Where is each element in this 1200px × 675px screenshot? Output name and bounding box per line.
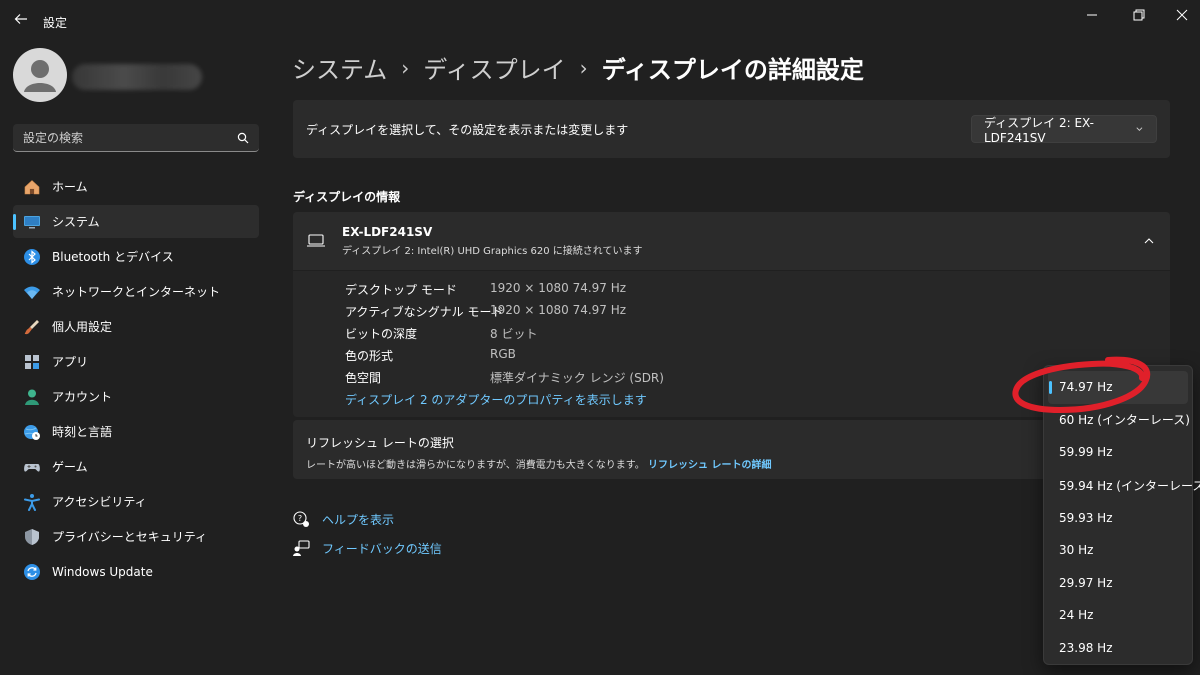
feedback-icon (293, 540, 310, 556)
update-icon (23, 563, 41, 581)
display-select-label: ディスプレイを選択して、その設定を表示または変更します (306, 122, 629, 137)
sidebar-item-label: ホーム (52, 180, 88, 194)
sidebar-item-bluetooth[interactable]: Bluetooth とデバイス (13, 240, 259, 273)
display-dropdown[interactable]: ディスプレイ 2: EX-LDF241SV (971, 115, 1157, 145)
username-redacted (72, 64, 202, 90)
display-select-card: ディスプレイを選択して、その設定を表示または変更します ディスプレイ 2: EX… (293, 100, 1170, 158)
sidebar-item-label: Bluetooth とデバイス (52, 250, 174, 264)
refresh-rate-description-text: レートが高いほど動きは滑らかになりますが、消費電力も大きくなります。 (306, 460, 645, 471)
search-icon[interactable] (237, 132, 249, 144)
info-label-color-space: 色空間 (345, 371, 382, 385)
brush-icon (23, 318, 41, 336)
help-link-label: ヘルプを表示 (322, 512, 395, 527)
sidebar-item-label: 時刻と言語 (52, 425, 113, 439)
refresh-rate-title: リフレッシュ レートの選択 (306, 436, 454, 450)
accessibility-icon (23, 493, 41, 511)
sidebar-item-time-language[interactable]: 時刻と言語 (13, 415, 259, 448)
refresh-option[interactable]: 29.97 Hz (1048, 567, 1188, 600)
globe-clock-icon (23, 423, 41, 441)
display-info-header[interactable]: EX-LDF241SV ディスプレイ 2: Intel(R) UHD Graph… (293, 212, 1170, 270)
sidebar-item-windows-update[interactable]: Windows Update (13, 555, 259, 588)
display-dropdown-value: ディスプレイ 2: EX-LDF241SV (984, 115, 1095, 145)
info-value-signal-mode: 1920 × 1080 74.97 Hz (490, 303, 627, 317)
sidebar-item-network[interactable]: ネットワークとインターネット (13, 275, 259, 308)
info-label-signal-mode: アクティブなシグナル モード (345, 305, 504, 319)
refresh-option[interactable]: 59.93 Hz (1048, 501, 1188, 534)
window-title: 設定 (43, 16, 68, 30)
display-connection: ディスプレイ 2: Intel(R) UHD Graphics 620 に接続さ… (342, 246, 643, 257)
refresh-option[interactable]: 59.94 Hz (インターレース) (1048, 469, 1200, 502)
shield-icon (23, 528, 41, 546)
sidebar-item-system[interactable]: システム (13, 205, 259, 238)
sidebar-item-personalization[interactable]: 個人用設定 (13, 310, 259, 343)
breadcrumb-display[interactable]: ディスプレイ (423, 50, 565, 85)
breadcrumb-separator-icon: › (579, 55, 588, 80)
sidebar-item-label: アカウント (52, 390, 113, 404)
display-name: EX-LDF241SV (342, 225, 433, 239)
refresh-option[interactable]: 59.99 Hz (1048, 436, 1188, 469)
adapter-properties-link[interactable]: ディスプレイ 2 のアダプターのプロパティを表示します (345, 391, 647, 408)
svg-text:?: ? (298, 514, 302, 523)
refresh-rate-description: レートが高いほど動きは滑らかになりますが、消費電力も大きくなります。 リフレッシ… (306, 456, 1157, 471)
info-value-color-format: RGB (490, 347, 516, 361)
breadcrumb: システム › ディスプレイ › ディスプレイの詳細設定 (292, 50, 864, 85)
breadcrumb-system[interactable]: システム (292, 50, 387, 85)
sidebar-item-accessibility[interactable]: アクセシビリティ (13, 485, 259, 518)
page-title: ディスプレイの詳細設定 (601, 56, 864, 84)
breadcrumb-separator-icon: › (401, 55, 410, 80)
chevron-down-icon (1136, 127, 1143, 131)
system-icon (23, 213, 41, 231)
sidebar-item-home[interactable]: ホーム (13, 170, 259, 203)
help-chat-icon: ? (293, 511, 309, 527)
info-label-bit-depth: ビットの深度 (345, 327, 418, 341)
restore-icon[interactable] (1128, 6, 1148, 24)
search-input[interactable] (23, 130, 237, 145)
sidebar-item-privacy[interactable]: プライバシーとセキュリティ (13, 520, 259, 553)
bluetooth-icon (23, 248, 41, 266)
apps-icon (23, 353, 41, 371)
info-value-desktop-mode: 1920 × 1080 74.97 Hz (490, 281, 627, 295)
refresh-option[interactable]: 60 Hz (インターレース) (1048, 404, 1190, 437)
refresh-option[interactable]: 23.98 Hz (1048, 632, 1188, 665)
sidebar-nav: ホーム システム Bluetooth とデバイス ネットワークとインターネット … (13, 170, 259, 590)
sidebar-item-label: アプリ (52, 355, 89, 369)
avatar[interactable] (13, 48, 67, 102)
info-label-desktop-mode: デスクトップ モード (345, 283, 457, 297)
sidebar-item-label: ゲーム (52, 460, 88, 474)
refresh-option[interactable]: 24 Hz (1048, 599, 1188, 632)
home-icon (23, 178, 41, 196)
refresh-rate-learn-more-link[interactable]: リフレッシュ レートの詳細 (648, 460, 771, 471)
laptop-icon (307, 234, 325, 247)
sidebar-item-accounts[interactable]: アカウント (13, 380, 259, 413)
info-value-bit-depth: 8 ビット (490, 327, 538, 341)
gamepad-icon (23, 458, 41, 476)
settings-search[interactable] (13, 124, 259, 152)
sidebar-item-apps[interactable]: アプリ (13, 345, 259, 378)
info-value-color-space: 標準ダイナミック レンジ (SDR) (490, 371, 664, 385)
feedback-link[interactable]: フィードバックの送信 (292, 539, 442, 557)
user-silhouette-icon (24, 60, 56, 92)
close-icon[interactable] (1172, 6, 1192, 24)
sidebar-item-label: ネットワークとインターネット (52, 285, 221, 299)
info-label-color-format: 色の形式 (345, 349, 394, 363)
help-link[interactable]: ? ヘルプを表示 (292, 510, 394, 528)
account-icon (23, 388, 41, 406)
sidebar-item-label: アクセシビリティ (52, 495, 147, 509)
display-info-details: デスクトップ モード 1920 × 1080 74.97 Hz アクティブなシグ… (293, 271, 1170, 417)
display-info-heading: ディスプレイの情報 (293, 190, 401, 204)
sidebar-item-label: プライバシーとセキュリティ (52, 530, 208, 544)
refresh-rate-card: リフレッシュ レートの選択 レートが高いほど動きは滑らかになりますが、消費電力も… (293, 420, 1170, 479)
sidebar-item-gaming[interactable]: ゲーム (13, 450, 259, 483)
sidebar-item-label: Windows Update (52, 564, 153, 579)
sidebar-item-label: 個人用設定 (52, 320, 113, 334)
minimize-icon[interactable] (1082, 6, 1102, 24)
feedback-link-label: フィードバックの送信 (322, 541, 442, 556)
chevron-up-icon[interactable] (1143, 235, 1155, 247)
back-arrow-icon[interactable] (12, 10, 30, 28)
refresh-option[interactable]: 74.97 Hz (1048, 371, 1188, 404)
wifi-icon (23, 283, 41, 301)
sidebar-item-label: システム (52, 215, 100, 229)
refresh-option[interactable]: 30 Hz (1048, 534, 1188, 567)
refresh-rate-flyout: 74.97 Hz 60 Hz (インターレース) 59.99 Hz 59.94 … (1043, 365, 1200, 665)
